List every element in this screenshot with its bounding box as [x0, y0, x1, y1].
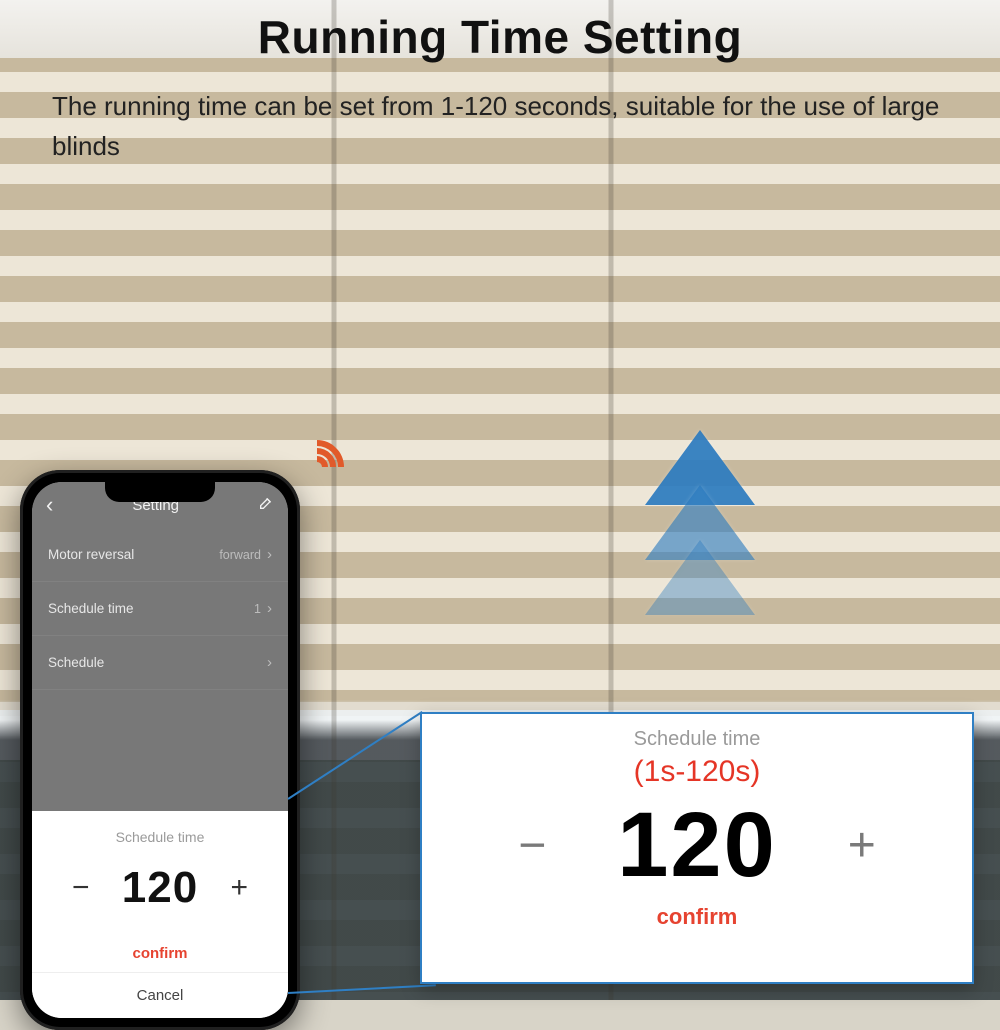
back-button[interactable]: ‹ — [46, 494, 53, 516]
cancel-button[interactable]: Cancel — [32, 972, 288, 1018]
zoom-time-value: 120 — [617, 793, 777, 898]
chevron-right-icon: › — [267, 546, 272, 563]
chevron-right-icon: › — [267, 654, 272, 671]
time-stepper: − 120 + — [42, 863, 278, 913]
phone-notch — [105, 482, 215, 502]
row-label: Schedule — [48, 655, 104, 670]
minus-button[interactable]: − — [64, 871, 98, 905]
row-schedule-time[interactable]: Schedule time 1 › — [32, 582, 288, 636]
phone-screen: ‹ Setting Motor reversal forward › Sched… — [32, 482, 288, 1018]
row-label: Schedule time — [48, 601, 134, 616]
sheet-title: Schedule time — [42, 829, 278, 845]
zoom-title: Schedule time — [634, 728, 761, 751]
chevron-right-icon: › — [267, 600, 272, 617]
row-schedule[interactable]: Schedule › — [32, 636, 288, 690]
row-value: 1 — [254, 602, 261, 616]
zoom-range-label: (1s-120s) — [634, 755, 761, 789]
page-subtitle: The running time can be set from 1-120 s… — [52, 86, 948, 167]
edit-button[interactable] — [258, 495, 274, 515]
schedule-time-zoom-card: Schedule time (1s-120s) − 120 + confirm — [420, 712, 974, 984]
zoom-confirm-button[interactable]: confirm — [657, 904, 738, 930]
page-title: Running Time Setting — [0, 10, 1000, 64]
up-arrow-icon — [640, 430, 760, 630]
wifi-signal-icon — [292, 442, 342, 492]
app-dimmed-background: ‹ Setting Motor reversal forward › Sched… — [32, 482, 288, 811]
zoom-stepper: − 120 + — [507, 793, 887, 898]
row-label: Motor reversal — [48, 547, 134, 562]
time-value: 120 — [122, 863, 198, 913]
row-value: forward — [219, 548, 261, 562]
schedule-time-sheet: Schedule time − 120 + confirm Cancel — [32, 811, 288, 1018]
row-motor-reversal[interactable]: Motor reversal forward › — [32, 528, 288, 582]
zoom-plus-button[interactable]: + — [837, 818, 887, 873]
zoom-minus-button[interactable]: − — [507, 818, 557, 873]
phone-mockup: ‹ Setting Motor reversal forward › Sched… — [20, 470, 300, 1030]
plus-button[interactable]: + — [222, 871, 256, 905]
confirm-button[interactable]: confirm — [42, 931, 278, 972]
